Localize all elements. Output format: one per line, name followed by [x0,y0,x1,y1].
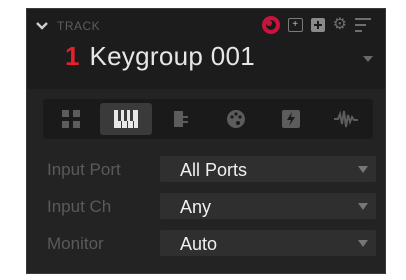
input-channel-label: Input Ch [47,197,112,216]
lightning-icon[interactable] [265,103,317,135]
menu-icon[interactable] [355,18,371,32]
input-channel-row: Input Ch Any [27,190,385,222]
input-port-value: All Ports [180,160,248,180]
section-label: TRACK [57,19,101,33]
waveform-icon[interactable] [320,103,372,135]
track-type-bar [43,99,373,139]
input-channel-select[interactable]: Any [160,193,376,219]
monitor-row: Monitor Auto [27,227,385,259]
input-port-label: Input Port [47,160,121,179]
dropdown-arrow-icon [358,240,368,247]
grid-icon[interactable] [45,103,97,135]
track-header: TRACK + ⚙ 1 Keygroup 001 [27,9,385,89]
settings-icon[interactable]: ⚙ [333,17,347,33]
track-name-selector[interactable]: 1 Keygroup 001 [65,41,255,72]
input-port-select[interactable]: All Ports [160,156,376,182]
dropdown-arrow-icon [358,166,368,173]
add-track-icon[interactable] [310,18,325,32]
dropdown-arrow-icon [358,203,368,210]
track-name: Keygroup 001 [89,41,255,71]
monitor-value: Auto [180,234,218,254]
record-arm-icon[interactable] [261,16,280,34]
track-name-dropdown-icon[interactable] [363,56,373,62]
plugin-icon[interactable] [155,103,207,135]
track-number: 1 [65,41,80,71]
track-inspector-panel: TRACK + ⚙ 1 Keygroup 001 Input Port All … [26,8,386,274]
track-section-toggle[interactable]: TRACK [35,15,100,37]
input-port-row: Input Port All Ports [27,153,385,185]
palette-icon[interactable] [210,103,262,135]
add-clip-icon[interactable]: + [287,18,303,32]
piano-keys-icon[interactable] [100,103,152,135]
input-channel-value: Any [180,197,212,217]
chevron-down-icon[interactable] [35,19,49,33]
monitor-select[interactable]: Auto [160,230,376,256]
monitor-label: Monitor [47,234,104,253]
